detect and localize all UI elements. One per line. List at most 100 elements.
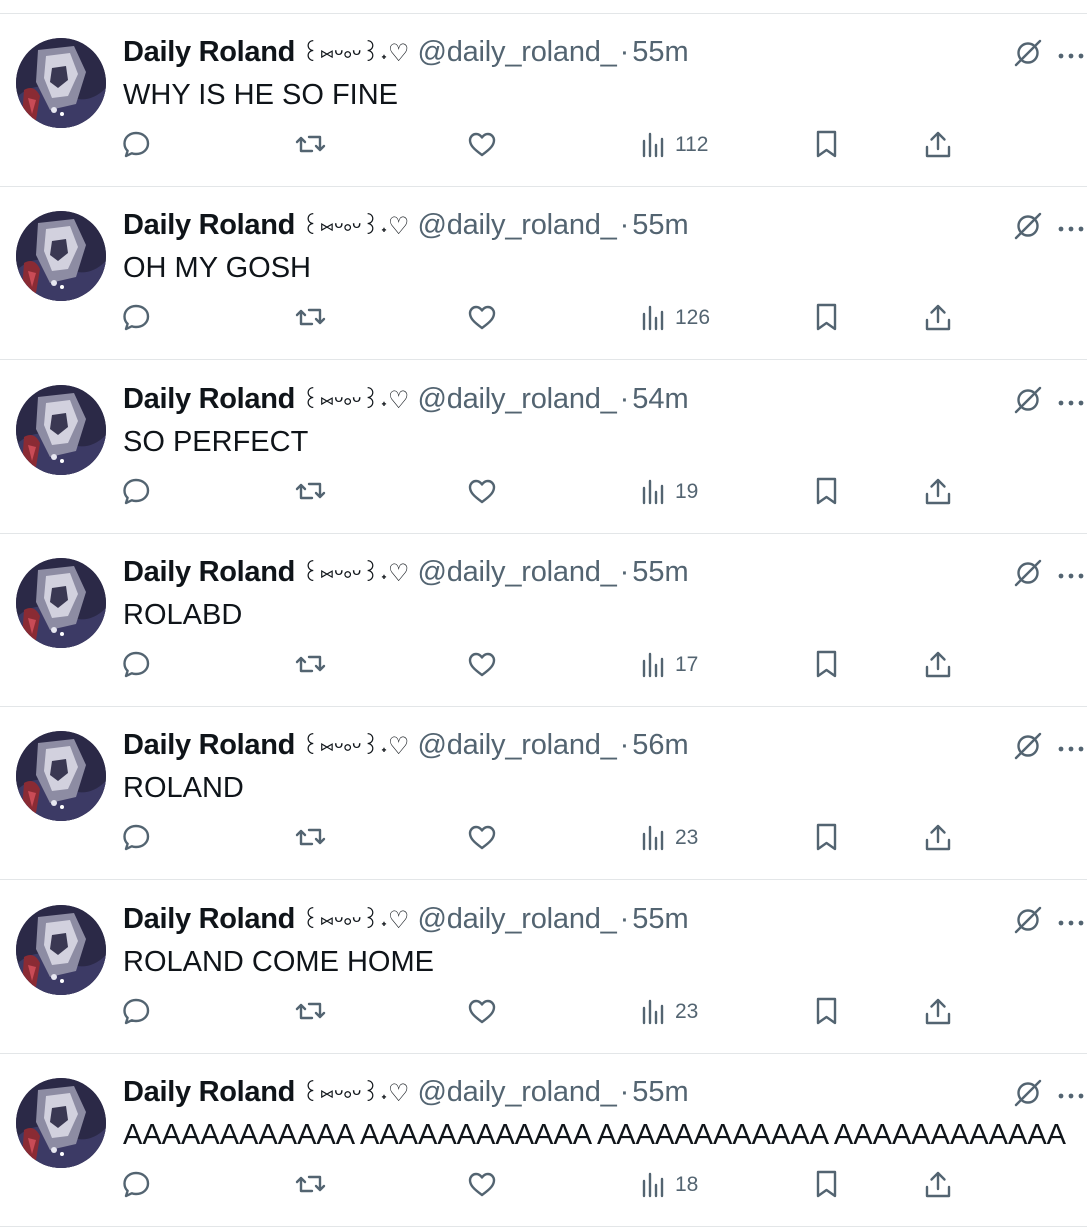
author-name[interactable]: Daily Roland xyxy=(123,1076,295,1108)
retweet-button[interactable] xyxy=(294,996,327,1028)
bookmark-button[interactable] xyxy=(812,822,841,854)
avatar[interactable] xyxy=(16,558,106,648)
timestamp[interactable]: 54m xyxy=(632,383,688,415)
timestamp[interactable]: 55m xyxy=(632,1076,688,1108)
avatar[interactable] xyxy=(16,38,106,128)
like-button[interactable] xyxy=(467,129,497,161)
like-button[interactable] xyxy=(467,996,497,1028)
timestamp[interactable]: 55m xyxy=(632,556,688,588)
views-button[interactable]: 112 xyxy=(641,129,731,161)
avatar-image xyxy=(16,558,106,648)
timestamp[interactable]: 55m xyxy=(632,903,688,935)
muted-button[interactable] xyxy=(1014,906,1042,934)
retweet-button[interactable] xyxy=(294,129,327,161)
like-button[interactable] xyxy=(467,649,497,681)
author-handle[interactable]: @daily_roland_ xyxy=(417,556,616,588)
author-name[interactable]: Daily Roland xyxy=(123,383,295,415)
views-button[interactable]: 19 xyxy=(641,476,731,508)
tweet-header: Daily Roland ꒰⑅ᵕ༚ᵕ꒱˖♡ @daily_roland_ · 55m xyxy=(123,899,689,939)
author-handle[interactable]: @daily_roland_ xyxy=(417,383,616,415)
share-icon xyxy=(925,304,951,331)
share-button[interactable] xyxy=(923,1169,953,1201)
reply-button[interactable] xyxy=(122,996,152,1028)
reply-button[interactable] xyxy=(122,302,152,334)
tweet[interactable]: Daily Roland ꒰⑅ᵕ༚ᵕ꒱˖♡ @daily_roland_ · 55m A… xyxy=(0,1054,1087,1227)
muted-button[interactable] xyxy=(1014,212,1042,240)
bookmark-button[interactable] xyxy=(812,1169,841,1201)
retweet-button[interactable] xyxy=(294,1169,327,1201)
share-button[interactable] xyxy=(923,822,953,854)
more-button[interactable] xyxy=(1058,48,1084,59)
author-handle[interactable]: @daily_roland_ xyxy=(417,36,616,68)
views-button[interactable]: 18 xyxy=(641,1169,731,1201)
muted-button[interactable] xyxy=(1014,39,1042,67)
share-button[interactable] xyxy=(923,996,953,1028)
more-button[interactable] xyxy=(1058,568,1084,579)
views-button[interactable]: 23 xyxy=(641,822,731,854)
muted-button[interactable] xyxy=(1014,386,1042,414)
action-bar: 112 xyxy=(0,129,1087,161)
avatar[interactable] xyxy=(16,1078,106,1168)
bookmark-button[interactable] xyxy=(812,476,841,508)
author-name[interactable]: Daily Roland xyxy=(123,729,295,761)
avatar[interactable] xyxy=(16,211,106,301)
retweet-button[interactable] xyxy=(294,302,327,334)
timestamp[interactable]: 55m xyxy=(632,36,688,68)
more-button[interactable] xyxy=(1058,915,1084,926)
reply-button[interactable] xyxy=(122,129,152,161)
bookmark-button[interactable] xyxy=(812,996,841,1028)
share-button[interactable] xyxy=(923,476,953,508)
muted-button[interactable] xyxy=(1014,559,1042,587)
tweet-header: Daily Roland ꒰⑅ᵕ༚ᵕ꒱˖♡ @daily_roland_ · 55m xyxy=(123,205,689,245)
tweet[interactable]: Daily Roland ꒰⑅ᵕ༚ᵕ꒱˖♡ @daily_roland_ · 56m R… xyxy=(0,707,1087,880)
author-handle[interactable]: @daily_roland_ xyxy=(417,903,616,935)
more-button[interactable] xyxy=(1058,221,1084,232)
retweet-button[interactable] xyxy=(294,476,327,508)
more-button[interactable] xyxy=(1058,741,1084,752)
share-button[interactable] xyxy=(923,649,953,681)
muted-button[interactable] xyxy=(1014,732,1042,760)
views-button[interactable]: 23 xyxy=(641,996,731,1028)
reply-button[interactable] xyxy=(122,1169,152,1201)
author-handle[interactable]: @daily_roland_ xyxy=(417,209,616,241)
author-name[interactable]: Daily Roland xyxy=(123,209,295,241)
author-name[interactable]: Daily Roland xyxy=(123,36,295,68)
more-button[interactable] xyxy=(1058,395,1084,406)
views-button[interactable]: 126 xyxy=(641,302,731,334)
bookmark-button[interactable] xyxy=(812,129,841,161)
author-name[interactable]: Daily Roland xyxy=(123,903,295,935)
tweet[interactable]: Daily Roland ꒰⑅ᵕ༚ᵕ꒱˖♡ @daily_roland_ · 55m R… xyxy=(0,534,1087,707)
bookmark-button[interactable] xyxy=(812,649,841,681)
reply-button[interactable] xyxy=(122,649,152,681)
share-button[interactable] xyxy=(923,129,953,161)
action-bar: 18 xyxy=(0,1169,1087,1201)
like-button[interactable] xyxy=(467,476,497,508)
avatar[interactable] xyxy=(16,905,106,995)
like-button[interactable] xyxy=(467,302,497,334)
tweet[interactable]: Daily Roland ꒰⑅ᵕ༚ᵕ꒱˖♡ @daily_roland_ · 55m R… xyxy=(0,881,1087,1054)
author-handle[interactable]: @daily_roland_ xyxy=(417,1076,616,1108)
share-button[interactable] xyxy=(923,302,953,334)
author-handle[interactable]: @daily_roland_ xyxy=(417,729,616,761)
tweet[interactable]: Daily Roland ꒰⑅ᵕ༚ᵕ꒱˖♡ @daily_roland_ · 55m W… xyxy=(0,14,1087,187)
muted-button[interactable] xyxy=(1014,1079,1042,1107)
more-button[interactable] xyxy=(1058,1088,1084,1099)
timestamp[interactable]: 56m xyxy=(632,729,688,761)
more-icon xyxy=(1058,53,1084,59)
like-button[interactable] xyxy=(467,822,497,854)
bookmark-icon xyxy=(816,477,837,505)
tweet-header: Daily Roland ꒰⑅ᵕ༚ᵕ꒱˖♡ @daily_roland_ · 55m xyxy=(123,552,689,592)
tweet[interactable]: Daily Roland ꒰⑅ᵕ༚ᵕ꒱˖♡ @daily_roland_ · 55m O… xyxy=(0,187,1087,360)
tweet[interactable]: Daily Roland ꒰⑅ᵕ༚ᵕ꒱˖♡ @daily_roland_ · 54m S… xyxy=(0,361,1087,534)
avatar[interactable] xyxy=(16,385,106,475)
author-name[interactable]: Daily Roland xyxy=(123,556,295,588)
reply-button[interactable] xyxy=(122,476,152,508)
retweet-button[interactable] xyxy=(294,649,327,681)
like-button[interactable] xyxy=(467,1169,497,1201)
retweet-button[interactable] xyxy=(294,822,327,854)
timestamp[interactable]: 55m xyxy=(632,209,688,241)
views-button[interactable]: 17 xyxy=(641,649,731,681)
bookmark-button[interactable] xyxy=(812,302,841,334)
avatar[interactable] xyxy=(16,731,106,821)
reply-button[interactable] xyxy=(122,822,152,854)
